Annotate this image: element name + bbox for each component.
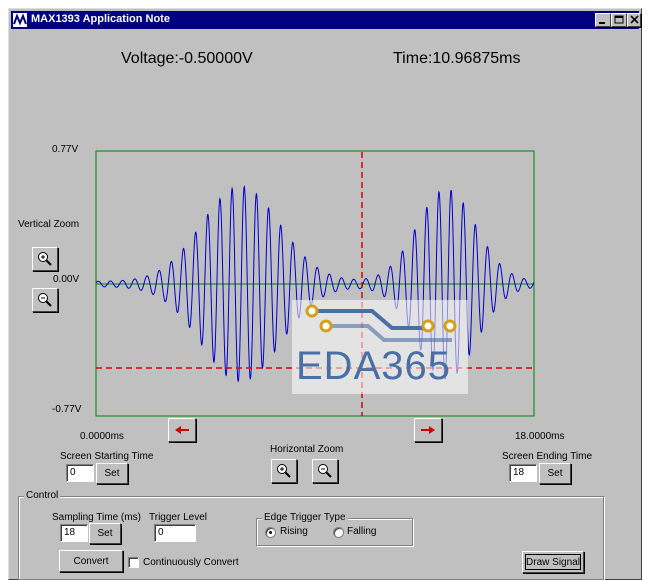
eda365-watermark-text: EDA365 bbox=[296, 344, 451, 388]
arrow-right-icon bbox=[421, 426, 435, 434]
sampling-time-set-button[interactable]: Set bbox=[89, 523, 121, 544]
convert-button[interactable]: Convert bbox=[59, 550, 123, 572]
falling-label: Falling bbox=[347, 526, 377, 537]
zoom-in-icon bbox=[38, 252, 52, 266]
screen-start-label: Screen Starting Time bbox=[60, 451, 154, 462]
rising-label: Rising bbox=[280, 526, 308, 537]
control-group-title: Control bbox=[24, 490, 61, 501]
continuously-convert-label: Continuously Convert bbox=[143, 557, 239, 568]
x-end-label: 18.0000ms bbox=[515, 431, 565, 442]
rising-radio[interactable] bbox=[265, 527, 276, 538]
draw-signal-button[interactable]: Draw Signal bbox=[522, 551, 584, 573]
x-start-label: 0.0000ms bbox=[80, 431, 124, 442]
falling-radio[interactable] bbox=[333, 527, 344, 538]
vertical-zoom-label: Vertical Zoom bbox=[18, 219, 80, 230]
vertical-zoom-out-button[interactable] bbox=[32, 288, 58, 312]
zoom-in-icon bbox=[277, 464, 291, 478]
edge-trigger-title: Edge Trigger Type bbox=[262, 512, 348, 523]
arrow-left-icon bbox=[175, 426, 189, 434]
screen-end-label: Screen Ending Time bbox=[502, 451, 593, 462]
vertical-zoom-in-button[interactable] bbox=[32, 247, 58, 271]
scroll-left-button[interactable] bbox=[168, 418, 196, 442]
horizontal-zoom-out-button[interactable] bbox=[312, 459, 338, 483]
sampling-time-label: Sampling Time (ms) bbox=[52, 512, 141, 523]
sampling-time-input[interactable]: 18 bbox=[60, 524, 88, 542]
screen-end-set-button[interactable]: Set bbox=[539, 463, 571, 484]
continuously-convert-checkbox[interactable] bbox=[128, 557, 139, 568]
scroll-right-button[interactable] bbox=[414, 418, 442, 442]
oscilloscope-plot[interactable] bbox=[0, 0, 650, 580]
screen-start-input[interactable]: 0 bbox=[66, 464, 94, 482]
trigger-level-input[interactable]: 0 bbox=[154, 524, 196, 542]
zoom-out-icon bbox=[318, 464, 332, 478]
horizontal-zoom-label: Horizontal Zoom bbox=[270, 444, 344, 455]
trigger-level-label: Trigger Level bbox=[149, 512, 207, 523]
horizontal-zoom-in-button[interactable] bbox=[271, 459, 297, 483]
screen-end-input[interactable]: 18 bbox=[509, 464, 537, 482]
screen-start-set-button[interactable]: Set bbox=[96, 463, 128, 484]
zoom-out-icon bbox=[38, 293, 52, 307]
y-min-label: -0.77V bbox=[52, 404, 82, 415]
y-max-label: 0.77V bbox=[52, 144, 79, 155]
y-zero-label: 0.00V bbox=[53, 274, 80, 285]
